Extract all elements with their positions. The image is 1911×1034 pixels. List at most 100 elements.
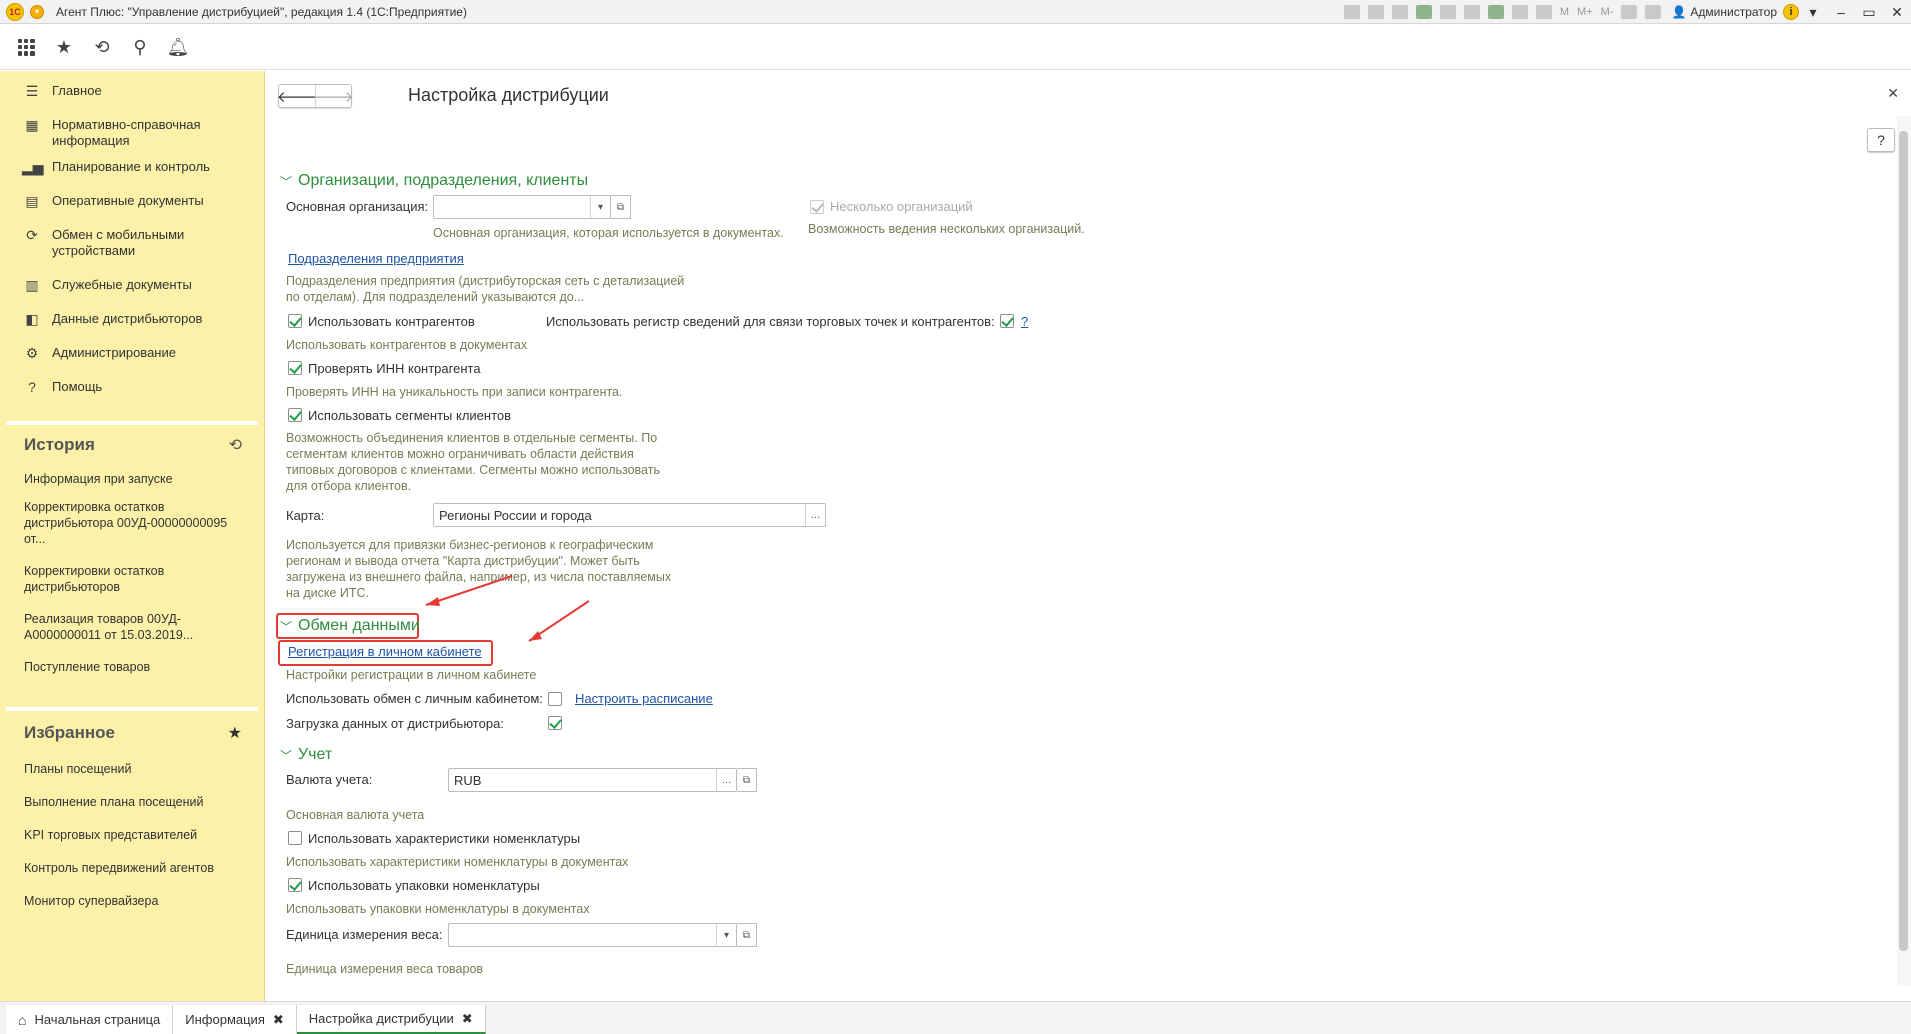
tab-info[interactable]: Информация ✖ [173,1005,297,1034]
group-exchange-header[interactable]: ﹀ Обмен данными [280,617,420,635]
maximize-icon[interactable]: ▭ [1855,4,1883,21]
dropdown-icon[interactable]: ▾ [590,196,610,218]
close-tab-icon[interactable]: ✖ [273,1012,284,1028]
sidebar-item-mobile-exchange[interactable]: ⟳ Обмен с мобильными устройствами [0,217,264,267]
chevron-down-icon: ﹀ [280,174,293,189]
history-item[interactable]: Информация при запуске [6,465,258,493]
sidebar-item-help[interactable]: ? Помощь [0,369,264,403]
tab-home[interactable]: ⌂ Начальная страница [6,1005,174,1034]
bell-icon[interactable]: 🔔︎ [166,35,190,59]
calendar-icon[interactable] [1535,5,1552,19]
open-icon[interactable]: ⧉ [737,923,757,947]
link-icon[interactable] [1439,5,1456,19]
info-icon[interactable]: i [1783,4,1799,20]
zoom-icon[interactable] [1621,5,1638,19]
1c-logo-icon: 1С [6,2,24,21]
minimize-icon[interactable]: – [1827,4,1855,20]
memory-mplus-button[interactable]: M+ [1577,6,1593,18]
history-item[interactable]: Корректировки остатков дистрибьюторов [6,557,258,601]
sidebar-item-operative-docs[interactable]: ▤ Оперативные документы [0,183,264,217]
sidebar-item-admin[interactable]: ⚙ Администрирование [0,335,264,369]
upload-icon[interactable] [1415,5,1432,19]
vertical-scrollbar[interactable] [1897,116,1911,986]
help-button[interactable]: ? [1867,128,1895,152]
tab-distribution-settings[interactable]: Настройка дистрибуции ✖ [296,1005,486,1034]
multi-org-checkbox[interactable] [810,200,824,214]
sidebar-item-service-docs[interactable]: ▥ Служебные документы [0,267,264,301]
select-ellipsis-icon[interactable]: … [805,504,825,526]
panels-icon[interactable] [1645,5,1662,19]
history-header[interactable]: История ⟲ [6,425,258,465]
sidebar-item-main[interactable]: ☰ Главное [0,73,264,107]
favorites-item[interactable]: KPI торговых представителей [6,819,258,852]
history-item[interactable]: Реализация товаров 00УД-А0000000011 от 1… [6,605,258,649]
use-chars-label: Использовать характеристики номенклатуры [308,831,581,846]
memory-mminus-button[interactable]: M- [1601,6,1614,18]
dropdown-icon[interactable]: ▾ [1799,4,1827,21]
favorites-star-icon[interactable]: ★ [52,35,76,59]
sections-grid-icon[interactable] [14,35,38,59]
use-chars-checkbox[interactable] [288,831,302,845]
preview-icon[interactable] [1391,5,1408,19]
tab-bar: ⌂ Начальная страница Информация ✖ Настро… [0,1001,1911,1034]
registration-link[interactable]: Регистрация в личном кабинете [288,644,482,659]
main-org-field[interactable]: ▾ [433,195,611,219]
sidebar-item-distributor-data[interactable]: ◧ Данные дистрибьюторов [0,301,264,335]
back-arrow-icon[interactable]: 🡐 [277,85,317,107]
spreadsheet-icon[interactable] [1487,5,1504,19]
close-form-icon[interactable]: ✕ [1887,85,1899,102]
open-icon[interactable]: ⧉ [611,195,631,219]
favorites-item[interactable]: Монитор супервайзера [6,885,258,918]
close-window-icon[interactable]: ✕ [1883,4,1911,21]
schedule-link[interactable]: Настроить расписание [575,691,713,706]
dropdown-icon[interactable]: ▾ [716,924,736,946]
user-menu[interactable]: 👤 Администратор [1671,5,1777,19]
search-icon[interactable]: ⚲ [128,35,152,59]
history-item[interactable]: Корректировка остатков дистрибьютора 00У… [6,493,258,553]
group-accounting-header[interactable]: ﹀ Учет [280,746,332,764]
divisions-hint: Подразделения предприятия (дистрибуторск… [286,274,685,304]
memory-m-button[interactable]: M [1560,6,1569,18]
chart-icon: ▂▅ [22,159,44,175]
use-segments-checkbox[interactable] [288,408,302,422]
forward-arrow-icon[interactable]: 🡒 [313,85,354,107]
use-contractors-label: Использовать контрагентов [308,314,475,329]
history-icon[interactable]: ⟲ [90,35,114,59]
main-org-label: Основная организация: [286,199,429,214]
main-menu-icon[interactable]: ▾ [30,4,44,19]
favorites-item[interactable]: Планы посещений [6,753,258,786]
close-tab-icon[interactable]: ✖ [462,1011,473,1027]
group-orgs-header[interactable]: ﹀ Организации, подразделения, клиенты [280,172,588,190]
open-icon[interactable]: ⧉ [737,768,757,792]
load-data-checkbox[interactable] [548,716,562,730]
use-contractors-hint: Использовать контрагентов в документах [286,338,528,352]
main-org-hint: Основная организация, которая использует… [433,226,784,240]
attach-icon[interactable] [1463,5,1480,19]
favorites-item[interactable]: Контроль передвижений агентов [6,852,258,885]
currency-field[interactable]: RUB … [448,768,737,792]
map-label: Карта: [286,508,325,523]
favorites-item[interactable]: Выполнение плана посещений [6,786,258,819]
sidebar-item-planning[interactable]: ▂▅ Планирование и контроль [0,149,264,183]
weight-field[interactable]: ▾ [448,923,737,947]
use-contractors-checkbox[interactable] [288,314,302,328]
use-register-help-link[interactable]: ? [1021,314,1028,329]
user-name: Администратор [1690,5,1777,19]
scrollbar-thumb[interactable] [1899,131,1908,951]
document-icon: ▤ [25,193,39,209]
history-item[interactable]: Поступление товаров [6,653,258,681]
select-ellipsis-icon[interactable]: … [716,769,736,791]
check-inn-checkbox[interactable] [288,361,302,375]
calculator-icon[interactable] [1511,5,1528,19]
use-exchange-checkbox[interactable] [548,692,562,706]
use-exchange-label: Использовать обмен с личным кабинетом: [286,691,543,706]
use-register-checkbox[interactable] [1000,314,1014,328]
favorites-header[interactable]: Избранное ★ [6,713,258,753]
divisions-link[interactable]: Подразделения предприятия [288,251,464,266]
map-field[interactable]: Регионы России и города … [433,503,826,527]
sidebar-item-reference[interactable]: ▦ Нормативно-справочная информация [0,107,264,149]
print-icon[interactable] [1367,5,1384,19]
save-icon[interactable] [1343,5,1360,19]
use-packs-checkbox[interactable] [288,878,302,892]
multi-org-label: Несколько организаций [830,199,973,214]
